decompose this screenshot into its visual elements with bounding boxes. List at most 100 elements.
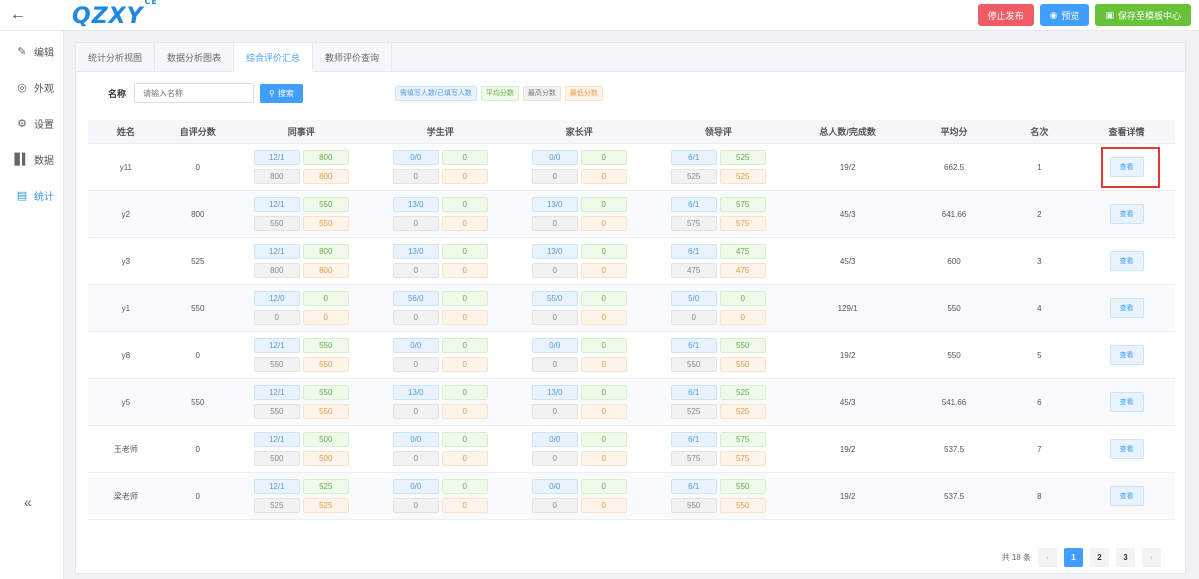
- preview-button[interactable]: ◉ 预览: [1039, 4, 1090, 26]
- parent-max-value: 0: [531, 169, 578, 184]
- cell-leader: 6/1 525 525 525: [649, 150, 788, 184]
- parent-ratio-value: 0/0: [531, 479, 578, 494]
- tab-data-charts[interactable]: 数据分析图表: [155, 43, 235, 71]
- parent-avg-value: 0: [580, 291, 627, 306]
- scrollbar-track[interactable]: [1189, 42, 1195, 574]
- colleague-min-value: 0: [302, 310, 349, 325]
- cell-leader: 5/0 0 0 0: [649, 291, 788, 325]
- parent-min-value: 0: [580, 263, 627, 278]
- arrow-left-icon: ←: [10, 6, 26, 23]
- parent-ratio-value: 0/0: [531, 338, 578, 353]
- leader-avg-value: 525: [719, 385, 766, 400]
- cell-detail: 查看: [1078, 157, 1175, 177]
- collapse-sidebar-button[interactable]: «: [24, 494, 32, 510]
- cell-rank: 7: [1037, 444, 1042, 454]
- parent-ratio-value: 0/0: [531, 150, 578, 165]
- cell-total: 45/3: [839, 397, 856, 407]
- colleague-max-value: 800: [253, 263, 300, 278]
- tab-summary[interactable]: 综合评价汇总: [234, 43, 314, 72]
- cell-student: 0/0 0 0 0: [371, 338, 510, 372]
- sidebar-item-edit[interactable]: ✎ 编辑: [0, 33, 63, 69]
- cell-rank: 1: [1037, 162, 1042, 172]
- cell-leader: 6/1 575 575 575: [649, 197, 788, 231]
- cell-average: 600: [947, 256, 961, 266]
- leader-min-value: 525: [719, 169, 766, 184]
- cell-colleague: 12/0 0 0 0: [232, 291, 371, 325]
- search-icon: ⚲: [269, 88, 275, 98]
- cell-detail: 查看: [1078, 486, 1175, 506]
- page-3-button[interactable]: 3: [1116, 548, 1135, 567]
- student-min-value: 0: [441, 169, 488, 184]
- cell-parent: 0/0 0 0 0: [510, 338, 649, 372]
- cell-self-score: 0: [195, 444, 200, 454]
- colleague-ratio-value: 12/1: [253, 197, 300, 212]
- view-detail-button[interactable]: 查看: [1109, 345, 1144, 365]
- colleague-avg-value: 800: [302, 150, 349, 165]
- parent-max-value: 0: [531, 357, 578, 372]
- search-button[interactable]: ⚲ 搜索: [260, 83, 303, 103]
- view-detail-button[interactable]: 查看: [1109, 392, 1144, 412]
- view-detail-button[interactable]: 查看: [1109, 439, 1144, 459]
- save-to-template-button[interactable]: ▣ 保存至模板中心: [1095, 4, 1191, 26]
- colleague-min-value: 550: [302, 216, 349, 231]
- student-ratio-value: 0/0: [392, 432, 439, 447]
- back-button[interactable]: ←: [0, 0, 36, 31]
- colleague-max-value: 0: [253, 310, 300, 325]
- tab-teacher-query[interactable]: 教师评价查询: [313, 43, 393, 71]
- leader-ratio-value: 6/1: [670, 432, 717, 447]
- table-body: y11 0 12/1 800 800 800 0/0 0 0 0 0/0 0 0 0 6/1 525 525 52…: [88, 144, 1175, 520]
- name-search-input[interactable]: [134, 83, 255, 103]
- name-label: 名称: [108, 88, 127, 99]
- leader-max-value: 525: [670, 404, 717, 419]
- legend-min: 最低分数: [564, 85, 603, 101]
- cell-detail: 查看: [1078, 392, 1175, 412]
- leader-ratio-value: 6/1: [670, 479, 717, 494]
- tab-stats-view[interactable]: 统计分析视图: [76, 43, 156, 71]
- leader-max-value: 575: [670, 451, 717, 466]
- colleague-avg-value: 550: [302, 197, 349, 212]
- cell-parent: 0/0 0 0 0: [510, 432, 649, 466]
- leader-max-value: 525: [670, 169, 717, 184]
- student-ratio-value: 0/0: [392, 338, 439, 353]
- view-detail-button[interactable]: 查看: [1109, 204, 1144, 224]
- view-detail-button[interactable]: 查看: [1109, 157, 1144, 177]
- sidebar-item-data[interactable]: ▋▍ 数据: [0, 141, 63, 177]
- leader-min-value: 575: [719, 451, 766, 466]
- cell-rank: 4: [1037, 303, 1042, 313]
- parent-avg-value: 0: [580, 338, 627, 353]
- cell-self-score: 800: [191, 209, 205, 219]
- pagination: 共 18 条 ‹ 1 2 3 ›: [1002, 548, 1161, 567]
- parent-ratio-value: 55/0: [531, 291, 578, 306]
- cell-colleague: 12/1 550 550 550: [232, 385, 371, 419]
- view-detail-button[interactable]: 查看: [1109, 486, 1144, 506]
- sidebar-item-stats[interactable]: ▤ 统计: [0, 177, 63, 213]
- colleague-max-value: 550: [253, 216, 300, 231]
- cell-average: 537.5: [944, 444, 965, 454]
- cell-colleague: 12/1 550 550 550: [232, 338, 371, 372]
- view-detail-button[interactable]: 查看: [1109, 251, 1144, 271]
- stop-publish-button[interactable]: 停止发布: [977, 4, 1034, 26]
- leader-ratio-value: 6/1: [670, 244, 717, 259]
- leader-min-value: 550: [719, 498, 766, 513]
- page-2-button[interactable]: 2: [1090, 548, 1109, 567]
- next-page-button[interactable]: ›: [1142, 548, 1161, 567]
- view-detail-button[interactable]: 查看: [1109, 298, 1144, 318]
- cell-rank: 6: [1037, 397, 1042, 407]
- sidebar-item-appearance[interactable]: ◎ 外观: [0, 69, 63, 105]
- cell-detail: 查看: [1078, 251, 1175, 271]
- prev-page-button[interactable]: ‹: [1038, 548, 1057, 567]
- sidebar-item-settings[interactable]: ⚙ 设置: [0, 105, 63, 141]
- student-avg-value: 0: [441, 244, 488, 259]
- leader-ratio-value: 5/0: [670, 291, 717, 306]
- total-count: 共 18 条: [1001, 553, 1031, 562]
- colleague-min-value: 800: [302, 169, 349, 184]
- leader-min-value: 475: [719, 263, 766, 278]
- cell-self-score: 525: [191, 256, 205, 266]
- page-1-button[interactable]: 1: [1064, 548, 1083, 567]
- header-average: 平均分: [940, 127, 968, 137]
- table-row: y11 0 12/1 800 800 800 0/0 0 0 0 0/0 0 0 0 6/1 525 525 52…: [88, 144, 1175, 191]
- cell-parent: 13/0 0 0 0: [510, 197, 649, 231]
- cell-self-score: 0: [195, 350, 200, 360]
- cell-detail: 查看: [1078, 204, 1175, 224]
- cell-average: 550: [947, 350, 961, 360]
